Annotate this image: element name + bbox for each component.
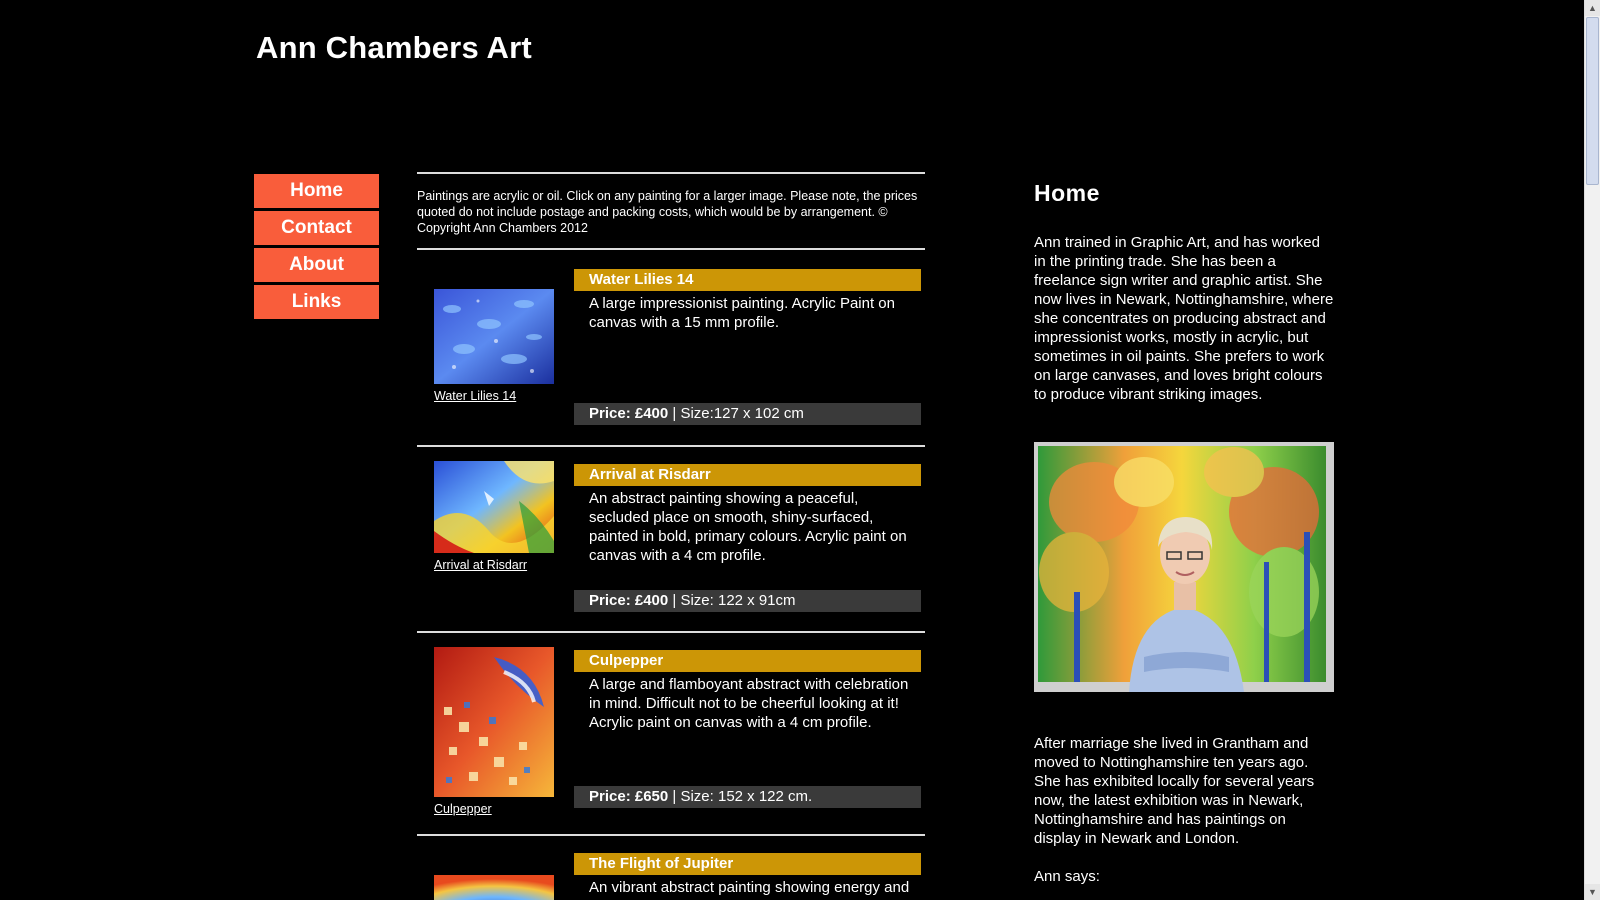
vertical-scrollbar[interactable]: ▲ ▼ bbox=[1584, 0, 1600, 900]
gallery-column: Paintings are acrylic or oil. Click on a… bbox=[417, 172, 925, 900]
painting-description: A large impressionist painting. Acrylic … bbox=[589, 295, 895, 331]
main-nav: Home Contact About Links bbox=[254, 174, 379, 322]
painting-description: An abstract painting showing a peaceful,… bbox=[589, 490, 907, 564]
size-text: | Size: 122 x 91cm bbox=[668, 592, 796, 609]
painting-description: An vibrant abstract painting showing ene… bbox=[589, 879, 910, 896]
painting-caption-link[interactable]: Arrival at Risdarr bbox=[434, 558, 554, 572]
price-bar: Price: £650 | Size: 152 x 122 cm. bbox=[574, 786, 921, 808]
painting-caption-link[interactable]: Water Lilies 14 bbox=[434, 389, 554, 403]
nav-about-button[interactable]: About bbox=[254, 248, 379, 282]
painting-info: The Flight of Jupiter An vibrant abstrac… bbox=[574, 853, 921, 897]
painting-title: The Flight of Jupiter bbox=[574, 853, 921, 875]
painting-info: Arrival at Risdarr An abstract painting … bbox=[574, 464, 921, 565]
painting-thumb-wrap bbox=[434, 875, 554, 900]
painting-thumb-wrap: Water Lilies 14 bbox=[434, 289, 554, 403]
gallery-intro: Paintings are acrylic or oil. Click on a… bbox=[417, 189, 918, 235]
about-paragraph: Ann trained in Graphic Art, and has work… bbox=[1034, 234, 1334, 403]
about-paragraph: Ann says: bbox=[1034, 868, 1100, 885]
painting-entry: The Flight of Jupiter An vibrant abstrac… bbox=[417, 836, 925, 900]
price-label: Price: £400 bbox=[589, 405, 669, 422]
painting-entry: Water Lilies 14 Water Lilies 14 A large … bbox=[417, 250, 925, 445]
painting-info: Culpepper A large and flamboyant abstrac… bbox=[574, 650, 921, 732]
flight-of-jupiter-thumbnail[interactable] bbox=[434, 875, 554, 900]
painting-entry: Arrival at Risdarr Arrival at Risdarr An… bbox=[417, 447, 925, 631]
nav-contact-button[interactable]: Contact bbox=[254, 211, 379, 245]
scroll-down-icon[interactable]: ▼ bbox=[1585, 884, 1600, 900]
painting-title: Culpepper bbox=[574, 650, 921, 672]
site-title: Ann Chambers Art bbox=[256, 30, 532, 65]
size-text: | Size:127 x 102 cm bbox=[668, 405, 804, 422]
nav-home-button[interactable]: Home bbox=[254, 174, 379, 208]
section-heading: Home bbox=[1034, 180, 1100, 206]
size-text: | Size: 152 x 122 cm. bbox=[668, 788, 813, 805]
artist-photo bbox=[1034, 442, 1334, 692]
painting-title: Arrival at Risdarr bbox=[574, 464, 921, 486]
painting-caption-link[interactable]: Culpepper bbox=[434, 802, 554, 816]
scrollbar-thumb[interactable] bbox=[1586, 17, 1599, 185]
arrival-at-risdarr-thumbnail[interactable] bbox=[434, 461, 554, 553]
nav-links-button[interactable]: Links bbox=[254, 285, 379, 319]
painting-thumb-wrap: Arrival at Risdarr bbox=[434, 461, 554, 572]
price-bar: Price: £400 | Size:127 x 102 cm bbox=[574, 403, 921, 425]
price-label: Price: £650 bbox=[589, 788, 669, 805]
painting-thumb-wrap: Culpepper bbox=[434, 647, 554, 816]
scroll-up-icon[interactable]: ▲ bbox=[1585, 0, 1600, 16]
about-paragraph: After marriage she lived in Grantham and… bbox=[1034, 735, 1315, 847]
painting-title: Water Lilies 14 bbox=[574, 269, 921, 291]
price-label: Price: £400 bbox=[589, 592, 669, 609]
painting-info: Water Lilies 14 A large impressionist pa… bbox=[574, 269, 921, 332]
about-column: Home Ann trained in Graphic Art, and has… bbox=[1034, 180, 1334, 886]
painting-description: A large and flamboyant abstract with cel… bbox=[589, 676, 909, 731]
page: Ann Chambers Art Home Contact About Link… bbox=[0, 0, 1600, 900]
culpepper-thumbnail[interactable] bbox=[434, 647, 554, 797]
water-lilies-thumbnail[interactable] bbox=[434, 289, 554, 384]
price-bar: Price: £400 | Size: 122 x 91cm bbox=[574, 590, 921, 612]
painting-entry: Culpepper Culpepper A large and flamboya… bbox=[417, 633, 925, 834]
